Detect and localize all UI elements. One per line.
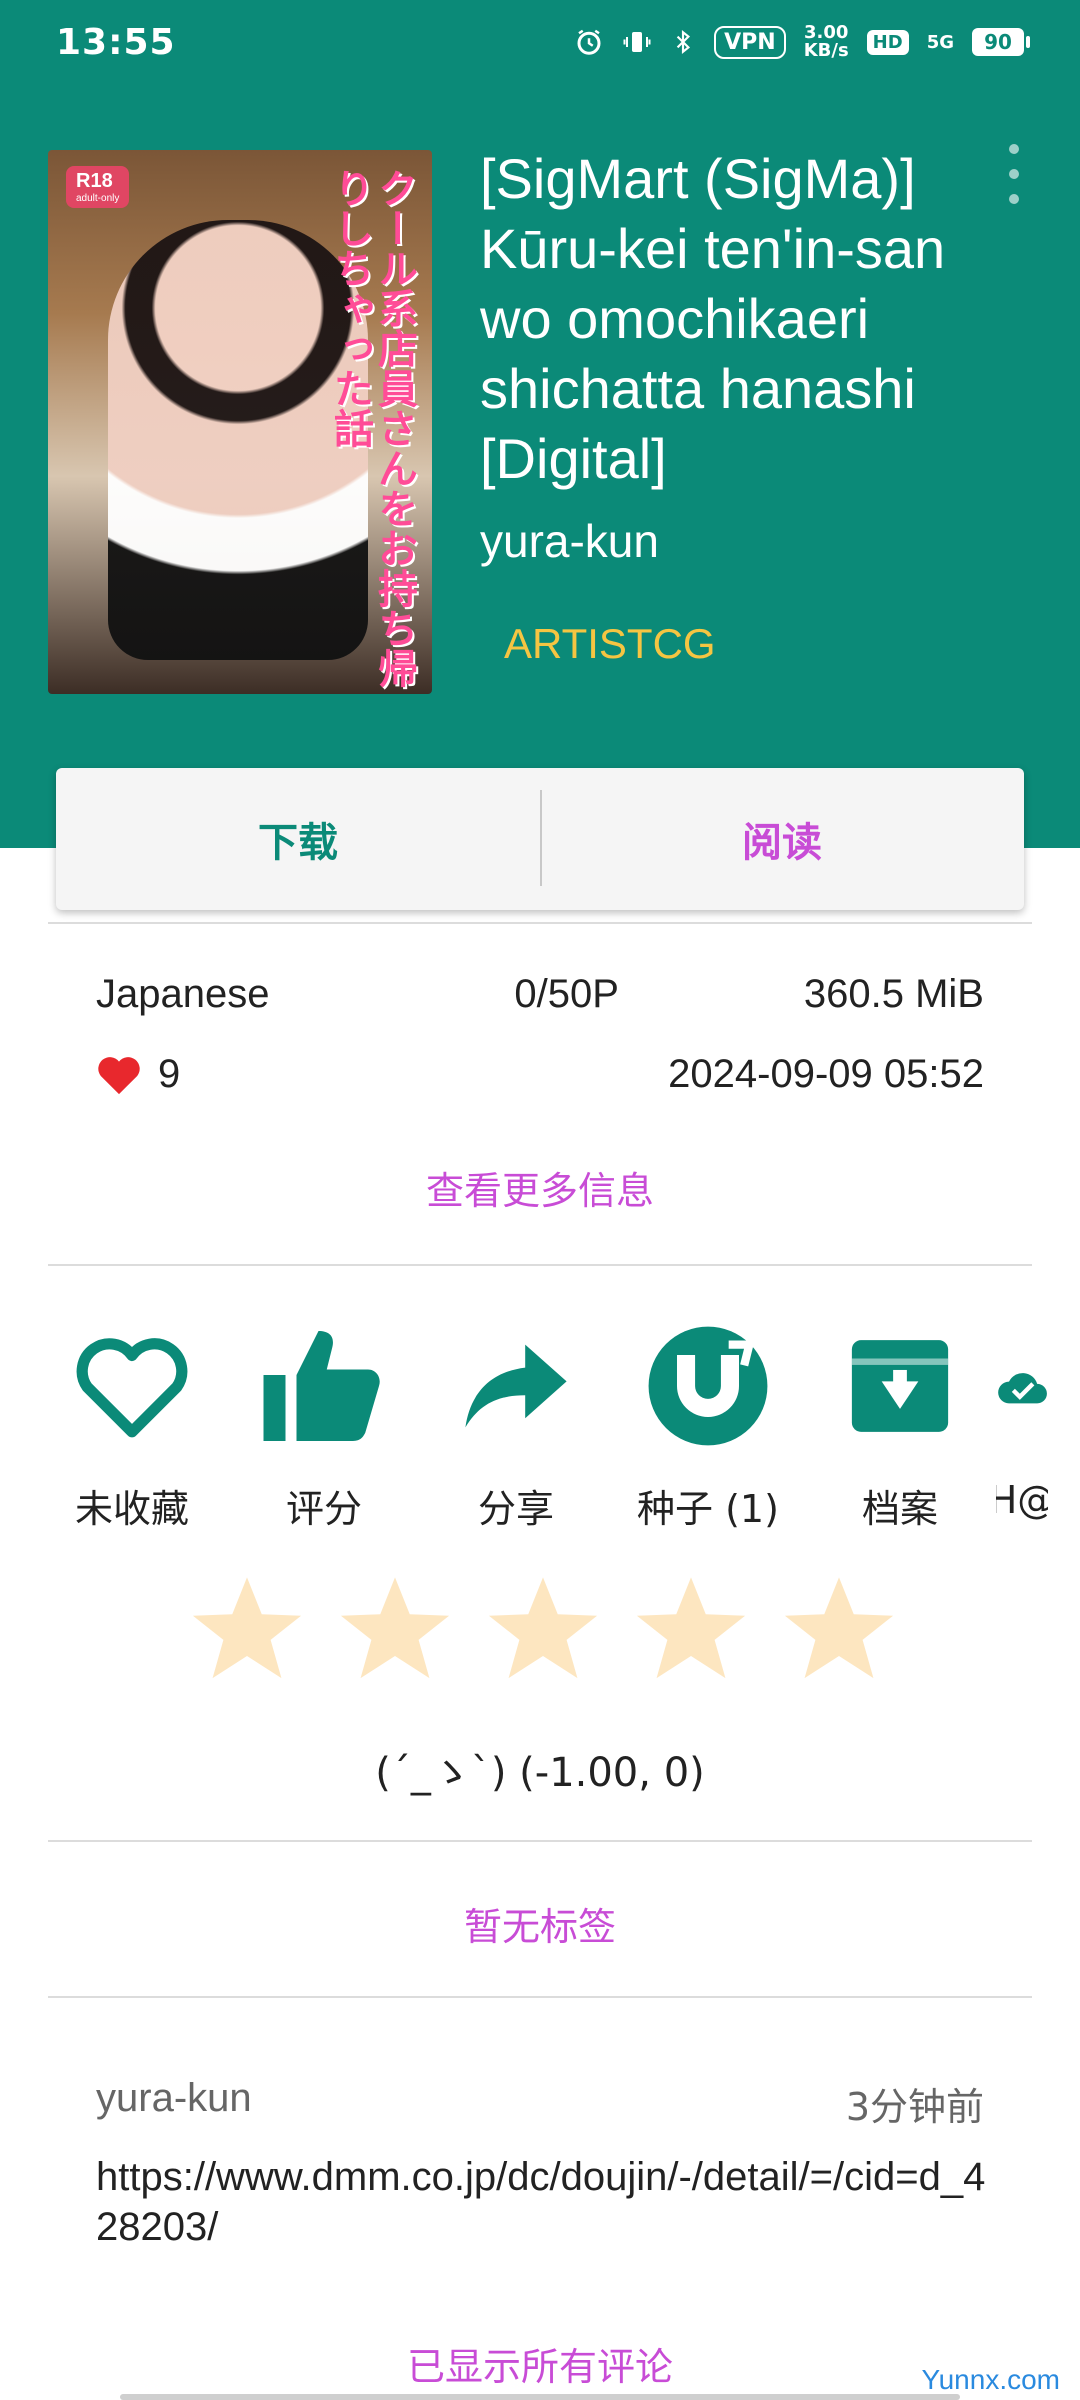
status-time: 13:55 <box>56 21 176 63</box>
comment-author: yura-kun <box>96 2076 252 2120</box>
favorite-action[interactable]: 未收藏 <box>36 1320 228 1540</box>
read-button[interactable]: 阅读 <box>540 810 1024 868</box>
r18-badge-sub: adult-only <box>76 193 120 204</box>
pages-label: 0/50P <box>514 972 619 1016</box>
gallery-header: R18 adult-only クール系店員さんをお持ち帰りしちゃった話 [Sig… <box>0 84 1080 848</box>
star-icon[interactable] <box>336 1570 454 1688</box>
share-label: 分享 <box>477 1487 554 1531</box>
favorites-number: 9 <box>158 1052 181 1096</box>
network-speed-unit: KB/s <box>803 40 849 61</box>
comment-body[interactable]: https://www.dmm.co.jp/dc/doujin/-/detail… <box>96 2152 996 2252</box>
comment-time: 3分钟前 <box>845 2085 984 2129</box>
favorite-label: 未收藏 <box>74 1487 189 1531</box>
torrent-icon <box>642 1320 774 1452</box>
favorites-count: 9 <box>96 1052 180 1097</box>
torrent-action[interactable]: 种子 (1) <box>612 1320 804 1540</box>
info-row-secondary: 9 2024-09-09 05:52 <box>96 1052 984 1097</box>
size-label: 360.5 MiB <box>803 972 984 1016</box>
cover-image[interactable]: R18 adult-only クール系店員さんをお持ち帰りしちゃった話 <box>48 150 432 694</box>
category-label[interactable]: ARTISTCG <box>504 620 716 668</box>
r18-badge-label: R18 <box>76 170 113 192</box>
star-icon[interactable] <box>780 1570 898 1688</box>
divider <box>48 1264 1032 1266</box>
cloud-check-icon <box>996 1320 1048 1452</box>
no-tags-text[interactable]: 暂无标签 <box>0 1896 1080 1951</box>
star-icon[interactable] <box>188 1570 306 1688</box>
more-info-link[interactable]: 查看更多信息 <box>0 1160 1080 1215</box>
heart-outline-icon <box>66 1320 198 1452</box>
torrent-label: 种子 (1) <box>637 1487 779 1531</box>
divider <box>540 790 542 886</box>
star-icon[interactable] <box>484 1570 602 1688</box>
status-icons: VPN 3.00 KB/s HD 5G 90 <box>574 24 1030 60</box>
uploader-name[interactable]: yura-kun <box>480 514 659 568</box>
more-options-icon[interactable] <box>1002 144 1026 204</box>
alarm-icon <box>574 27 604 57</box>
archive-action[interactable]: 档案 <box>804 1320 996 1540</box>
vpn-badge: VPN <box>714 25 786 59</box>
scroll-indicator <box>120 2394 960 2400</box>
rate-action[interactable]: 评分 <box>228 1320 420 1540</box>
cover-title-text: クール系店員さんをお持ち帰りしちゃった話 <box>327 168 417 688</box>
star-icon[interactable] <box>632 1570 750 1688</box>
rating-stars[interactable] <box>188 1570 898 1688</box>
share-action[interactable]: 分享 <box>420 1320 612 1540</box>
language-label: Japanese <box>96 972 270 1016</box>
posted-date: 2024-09-09 05:52 <box>668 1052 984 1096</box>
hath-label: H@ <box>996 1478 1048 1522</box>
info-row-primary: Japanese 0/50P 360.5 MiB <box>96 972 984 1017</box>
status-bar: 13:55 VPN 3.00 KB/s HD 5G 90 <box>0 0 1080 84</box>
gallery-actions: 未收藏 评分 分享 种子 (1) 档案 H@ <box>36 1320 1080 1540</box>
primary-actions-card: 下载 阅读 <box>56 768 1024 910</box>
divider <box>48 1840 1032 1842</box>
download-button[interactable]: 下载 <box>56 810 540 868</box>
all-comments-link[interactable]: 已显示所有评论 <box>0 2336 1080 2391</box>
r18-badge: R18 adult-only <box>66 166 130 208</box>
bluetooth-icon <box>670 27 696 57</box>
archive-label: 档案 <box>861 1487 938 1531</box>
network-speed: 3.00 KB/s <box>804 24 849 60</box>
divider <box>48 922 1032 924</box>
vibrate-icon <box>622 27 652 57</box>
hd-badge: HD <box>866 29 909 55</box>
rating-text: (´_ゝ`) (-1.00, 0) <box>375 1750 705 1796</box>
divider <box>48 1996 1032 1998</box>
signal-indicator: 5G <box>926 31 954 53</box>
hath-action[interactable]: H@ <box>996 1320 1048 1540</box>
gallery-title: [SigMart (SigMa)] Kūru-kei ten'in-san wo… <box>480 147 946 490</box>
share-icon <box>450 1320 582 1452</box>
watermark: Yunnx.com <box>921 2364 1060 2395</box>
rate-label: 评分 <box>285 1487 362 1531</box>
heart-icon <box>98 1056 140 1094</box>
thumbs-up-icon <box>258 1320 390 1452</box>
archive-icon <box>834 1320 966 1452</box>
battery-icon: 90 <box>972 28 1030 56</box>
